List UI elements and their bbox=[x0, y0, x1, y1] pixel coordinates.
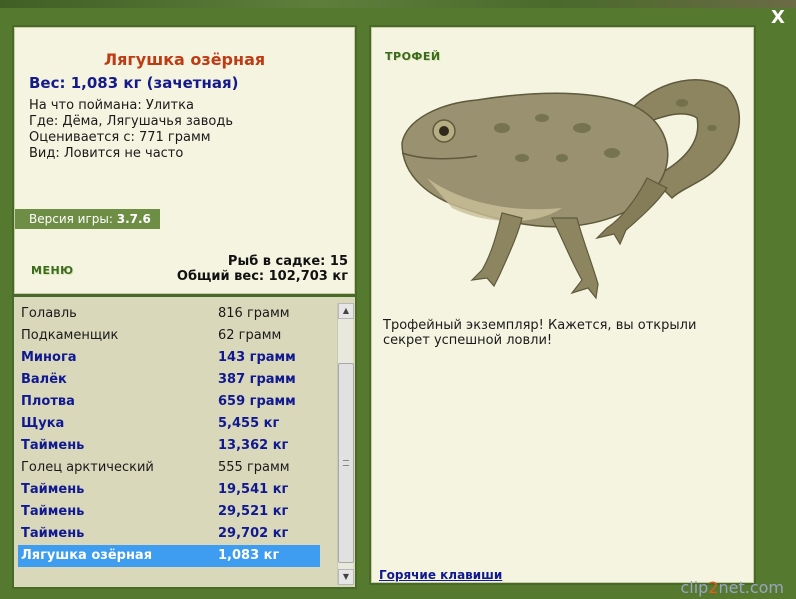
fish-name: Лягушка озёрная bbox=[21, 548, 153, 563]
fish-weight-value: 5,455 кг bbox=[218, 416, 280, 431]
fish-name: Таймень bbox=[21, 526, 85, 541]
fish-list-row[interactable]: Щука 5,455 кг bbox=[18, 413, 320, 435]
fish-name: Минога bbox=[21, 350, 77, 365]
fish-list-row[interactable]: Таймень 29,702 кг bbox=[18, 523, 320, 545]
fish-count: Рыб в садке: 15 bbox=[227, 254, 348, 269]
top-strip bbox=[0, 0, 796, 8]
fish-name: Подкаменщик bbox=[21, 328, 119, 343]
rating-line: Оценивается с: 771 грамм bbox=[29, 130, 211, 145]
hotkeys-link[interactable]: Горячие клавиши bbox=[379, 568, 502, 582]
list-scrollbar[interactable]: ▲ ▼ bbox=[337, 303, 354, 585]
fish-list-row[interactable]: Валёк 387 грамм bbox=[18, 369, 320, 391]
fish-weight-value: 13,362 кг bbox=[218, 438, 289, 453]
trophy-panel: ТРОФЕЙ Трофейный экземпляр! Кажется, вы … bbox=[369, 25, 756, 585]
fish-name: Таймень bbox=[21, 482, 85, 497]
fish-weight: Вес: 1,083 кг (зачетная) bbox=[29, 74, 239, 92]
catch-details: На что поймана: Улитка Где: Дёма, Лягуша… bbox=[29, 98, 233, 162]
trophy-description: Трофейный экземпляр! Кажется, вы открыли… bbox=[383, 318, 697, 348]
fish-list-row[interactable]: Лягушка озёрная 1,083 кг bbox=[18, 545, 320, 567]
fish-weight-value: 29,702 кг bbox=[218, 526, 289, 541]
fish-list: Голавль 816 грамм Подкаменщик 62 грамм Миног… bbox=[18, 303, 320, 567]
frog-front-leg-right bbox=[551, 217, 599, 300]
fish-list-row[interactable]: Минога 143 грамм bbox=[18, 347, 320, 369]
fish-name: Таймень bbox=[21, 504, 85, 519]
fish-weight-value: 62 грамм bbox=[218, 328, 282, 343]
fish-list-row[interactable]: Таймень 13,362 кг bbox=[18, 435, 320, 457]
rarity-line: Вид: Ловится не часто bbox=[29, 146, 184, 161]
frog-body bbox=[401, 92, 669, 228]
fish-list-row[interactable]: Голавль 816 грамм bbox=[18, 303, 320, 325]
scroll-thumb[interactable] bbox=[338, 363, 354, 563]
scroll-up-icon[interactable]: ▲ bbox=[338, 303, 354, 319]
fish-weight-value: 1,083 кг bbox=[218, 548, 280, 563]
bait-line: На что поймана: Улитка bbox=[29, 98, 194, 113]
fish-title: Лягушка озёрная bbox=[103, 50, 266, 69]
version-bar: Версия игры: 3.7.6 bbox=[15, 209, 160, 229]
fish-weight-value: 816 грамм bbox=[218, 306, 290, 321]
frog-front-leg-left bbox=[470, 212, 523, 288]
fish-list-row[interactable]: Подкаменщик 62 грамм bbox=[18, 325, 320, 347]
watermark-logo: clip2net.com bbox=[680, 578, 784, 597]
catch-info-panel: Лягушка озёрная Вес: 1,083 кг (зачетная)… bbox=[12, 25, 357, 298]
location-line: Где: Дёма, Лягушачья заводь bbox=[29, 114, 234, 129]
close-button[interactable]: X bbox=[768, 8, 788, 28]
version-label: Версия игры: bbox=[29, 212, 117, 226]
version-value: 3.7.6 bbox=[116, 212, 151, 226]
scroll-down-icon[interactable]: ▼ bbox=[338, 569, 354, 585]
fish-list-row[interactable]: Таймень 19,541 кг bbox=[18, 479, 320, 501]
fish-list-row[interactable]: Таймень 29,521 кг bbox=[18, 501, 320, 523]
fish-name: Щука bbox=[21, 416, 65, 431]
keepnet-stats: Рыб в садке: 15 Общий вес: 102,703 кг bbox=[177, 254, 348, 284]
fish-weight-value: 143 грамм bbox=[218, 350, 296, 365]
fish-name: Валёк bbox=[21, 372, 67, 387]
fish-name: Голец арктический bbox=[21, 460, 154, 475]
fish-weight-value: 29,521 кг bbox=[218, 504, 289, 519]
total-weight: Общий вес: 102,703 кг bbox=[176, 269, 348, 284]
fish-name: Голавль bbox=[21, 306, 77, 321]
frog-image bbox=[401, 79, 741, 300]
fish-name: Таймень bbox=[21, 438, 85, 453]
fish-name: Плотва bbox=[21, 394, 75, 409]
fish-weight-value: 555 грамм bbox=[218, 460, 290, 475]
grip-icon bbox=[343, 460, 349, 466]
fish-weight-value: 387 грамм bbox=[218, 372, 296, 387]
fish-weight-value: 19,541 кг bbox=[218, 482, 289, 497]
fish-list-row[interactable]: Плотва 659 грамм bbox=[18, 391, 320, 413]
menu-button[interactable]: МЕНЮ bbox=[31, 264, 74, 277]
fish-list-panel: Голавль 816 грамм Подкаменщик 62 грамм Миног… bbox=[12, 295, 357, 589]
fish-weight-value: 659 грамм bbox=[218, 394, 296, 409]
fish-list-row[interactable]: Голец арктический 555 грамм bbox=[18, 457, 320, 479]
